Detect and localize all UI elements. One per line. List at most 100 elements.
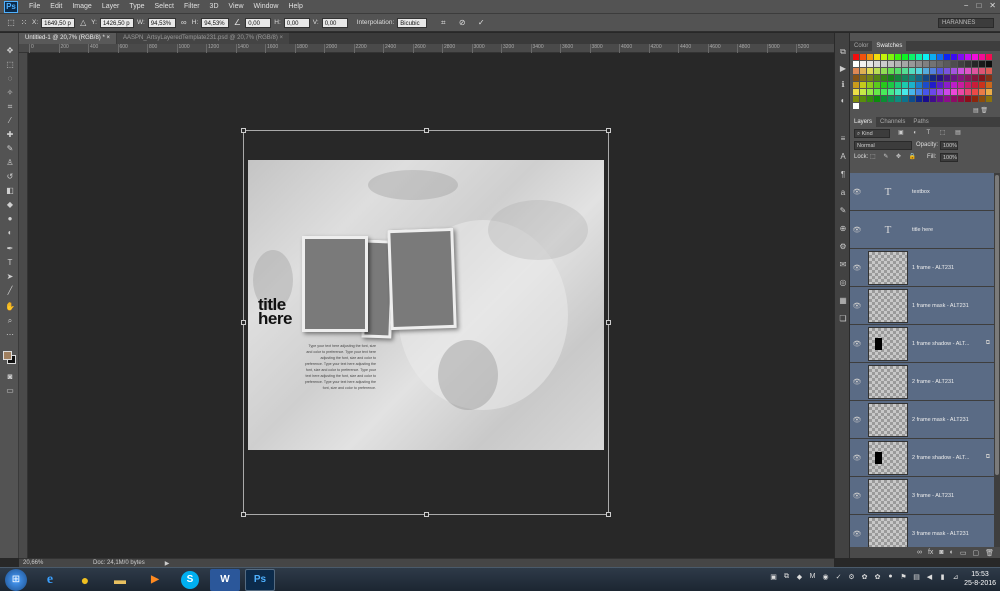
clone-source-panel-icon[interactable]: ⊕: [838, 223, 848, 233]
opacity-input[interactable]: 100%: [940, 141, 958, 150]
layer-row[interactable]: 👁 3 frame mask - ALT231: [850, 515, 994, 547]
transform-handle-top[interactable]: [424, 128, 429, 133]
clock[interactable]: 15:53 25-8-2016: [964, 570, 996, 588]
color-swatch[interactable]: [972, 75, 978, 81]
glyphs-panel-icon[interactable]: a: [838, 187, 848, 197]
color-swatch[interactable]: [895, 103, 901, 109]
color-swatch[interactable]: [972, 96, 978, 102]
color-swatch[interactable]: [853, 96, 859, 102]
more-tools-icon[interactable]: ⋯: [4, 329, 16, 340]
color-swatch[interactable]: [972, 82, 978, 88]
menu-view[interactable]: View: [224, 0, 249, 14]
tray-app-icon[interactable]: ⧉: [782, 572, 791, 581]
v-skew-input[interactable]: 0,00: [321, 17, 348, 28]
color-swatch[interactable]: [986, 54, 992, 60]
media-player-icon[interactable]: ▶: [140, 569, 170, 591]
color-swatch[interactable]: [853, 61, 859, 67]
tab-layers[interactable]: Layers: [850, 117, 877, 127]
notes-panel-icon[interactable]: ✉: [838, 259, 848, 269]
brush-panel-icon[interactable]: ✎: [838, 205, 848, 215]
color-swatch[interactable]: [930, 61, 936, 67]
commit-transform-icon[interactable]: ✓: [476, 18, 486, 28]
zoom-level[interactable]: 20,66%: [23, 560, 63, 566]
color-swatch[interactable]: [902, 68, 908, 74]
color-swatch[interactable]: [881, 82, 887, 88]
color-swatch[interactable]: [958, 82, 964, 88]
color-swatch[interactable]: [874, 103, 880, 109]
color-swatch[interactable]: [867, 68, 873, 74]
color-swatch[interactable]: [867, 75, 873, 81]
layer-row[interactable]: 👁 1 frame mask - ALT231: [850, 287, 994, 325]
color-swatch[interactable]: [874, 75, 880, 81]
scrollbar-thumb[interactable]: [995, 175, 999, 475]
visibility-eye-icon[interactable]: 👁: [850, 378, 864, 386]
tab-channels[interactable]: Channels: [876, 117, 909, 127]
color-swatch[interactable]: [881, 54, 887, 60]
adjustments-panel-icon[interactable]: ◐: [838, 95, 848, 105]
color-swatch[interactable]: [916, 82, 922, 88]
color-swatch[interactable]: [972, 61, 978, 67]
color-swatch[interactable]: [937, 61, 943, 67]
color-swatch[interactable]: [930, 96, 936, 102]
magic-wand-tool-icon[interactable]: ✧: [4, 87, 16, 98]
color-swatch[interactable]: [965, 82, 971, 88]
color-swatch[interactable]: [944, 96, 950, 102]
color-swatch[interactable]: [965, 89, 971, 95]
close-tab-icon[interactable]: ×: [106, 35, 110, 41]
color-swatch[interactable]: [958, 61, 964, 67]
color-swatch[interactable]: [909, 54, 915, 60]
color-swatch[interactable]: [902, 54, 908, 60]
color-swatch[interactable]: [965, 68, 971, 74]
color-swatch[interactable]: [888, 103, 894, 109]
color-swatch[interactable]: [951, 61, 957, 67]
color-swatch[interactable]: [860, 61, 866, 67]
marquee-tool-icon[interactable]: ⬚: [4, 59, 16, 70]
color-swatch[interactable]: [867, 61, 873, 67]
visibility-eye-icon[interactable]: 👁: [850, 340, 864, 348]
tab-color[interactable]: Color: [850, 41, 872, 51]
brush-tool-icon[interactable]: ✎: [4, 143, 16, 154]
x-input[interactable]: 1649,50 p: [41, 17, 76, 28]
color-swatch[interactable]: [923, 54, 929, 60]
color-swatch[interactable]: [979, 75, 985, 81]
color-swatch[interactable]: [853, 54, 859, 60]
tray-app-icon[interactable]: ◉: [821, 572, 830, 581]
color-swatch[interactable]: [853, 68, 859, 74]
color-swatch[interactable]: [944, 61, 950, 67]
menu-type[interactable]: Type: [124, 0, 149, 14]
color-swatch[interactable]: [853, 75, 859, 81]
layer-name[interactable]: 2 frame shadow - ALT...: [912, 455, 986, 461]
shape-tool-icon[interactable]: ╱: [4, 285, 16, 296]
layer-row[interactable]: 👁 2 frame shadow - ALT... ⧉: [850, 439, 994, 477]
layer-name[interactable]: title here: [912, 227, 994, 233]
color-swatch[interactable]: [916, 96, 922, 102]
color-swatch[interactable]: [909, 103, 915, 109]
color-swatch[interactable]: [888, 89, 894, 95]
color-swatch[interactable]: [874, 68, 880, 74]
photoshop-taskbar-icon[interactable]: Ps: [245, 568, 275, 591]
color-swatch[interactable]: [902, 103, 908, 109]
layer-name[interactable]: 3 frame mask - ALT231: [912, 531, 994, 537]
color-swatch[interactable]: [930, 54, 936, 60]
color-swatch[interactable]: [930, 89, 936, 95]
transform-handle-left[interactable]: [241, 320, 246, 325]
color-swatch[interactable]: [860, 82, 866, 88]
color-swatch[interactable]: [881, 68, 887, 74]
layer-name[interactable]: textbox: [912, 189, 994, 195]
layer-list-scrollbar[interactable]: [994, 173, 1000, 547]
eraser-tool-icon[interactable]: ◧: [4, 185, 16, 196]
workspace-select[interactable]: HARANNES: [938, 18, 994, 28]
color-swatch[interactable]: [881, 89, 887, 95]
color-swatch[interactable]: [986, 89, 992, 95]
skype-icon[interactable]: S: [181, 570, 199, 589]
move-tool-icon[interactable]: ✥: [4, 45, 16, 56]
color-swatch[interactable]: [867, 82, 873, 88]
horizontal-ruler[interactable]: 0 200 400 600 800 1000 1200 1400 1600 1800 2000 220…: [19, 44, 834, 53]
color-swatch[interactable]: [937, 89, 943, 95]
layer-thumbnail[interactable]: [868, 288, 908, 323]
foreground-color-swatch[interactable]: [3, 351, 12, 360]
blur-tool-icon[interactable]: ●: [4, 213, 16, 224]
layer-thumbnail[interactable]: [868, 326, 908, 361]
color-swatch[interactable]: [979, 82, 985, 88]
color-swatch[interactable]: [902, 82, 908, 88]
